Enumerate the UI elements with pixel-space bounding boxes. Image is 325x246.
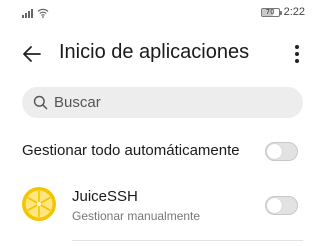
battery-icon: 70 bbox=[260, 7, 282, 17]
signal-icon bbox=[22, 9, 33, 18]
battery-level: 70 bbox=[265, 7, 275, 16]
status-time: 2:22 bbox=[283, 6, 305, 18]
toggle-knob bbox=[267, 198, 282, 213]
toggle-knob bbox=[267, 144, 282, 159]
search-icon bbox=[33, 95, 48, 110]
search-input[interactable] bbox=[54, 87, 294, 118]
wifi-icon bbox=[37, 8, 49, 18]
toolbar: Inicio de aplicaciones bbox=[0, 30, 325, 76]
app-status: Gestionar manualmente bbox=[72, 209, 201, 223]
list-divider bbox=[72, 240, 303, 241]
juicessh-lemon-icon bbox=[21, 186, 57, 222]
auto-manage-toggle[interactable] bbox=[265, 142, 298, 161]
back-arrow-icon[interactable] bbox=[20, 42, 44, 66]
page-title: Inicio de aplicaciones bbox=[59, 41, 250, 63]
app-toggle[interactable] bbox=[265, 196, 298, 215]
status-bar-left bbox=[22, 8, 49, 18]
search-bar[interactable] bbox=[22, 87, 303, 118]
app-name: JuiceSSH bbox=[72, 188, 138, 205]
status-bar-right: 70 2:22 bbox=[260, 6, 305, 18]
status-bar: 70 2:22 bbox=[0, 0, 325, 26]
more-options-icon[interactable] bbox=[291, 44, 303, 64]
auto-manage-label: Gestionar todo automáticamente bbox=[22, 142, 240, 159]
